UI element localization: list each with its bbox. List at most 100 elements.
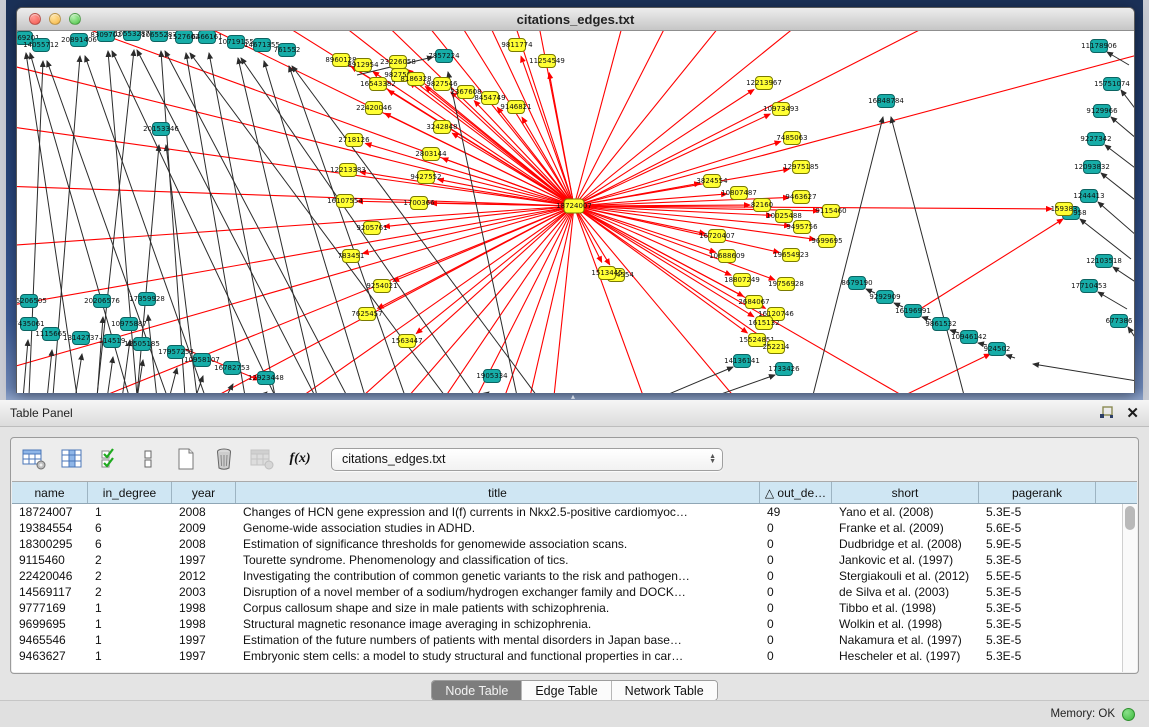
citation-edge[interactable] — [1080, 219, 1131, 259]
table-cell[interactable]: de Silva et al. (2003) — [832, 584, 979, 600]
graph-node[interactable]: 924502 — [984, 343, 1011, 356]
table-cell[interactable]: 2003 — [172, 584, 236, 600]
graph-node[interactable]: 9861532 — [925, 318, 956, 331]
table-cell[interactable]: 5.3E-5 — [979, 504, 1096, 520]
citation-edge[interactable] — [161, 51, 185, 393]
graph-node[interactable]: 11254549 — [529, 55, 565, 68]
graph-node[interactable]: 3242848 — [426, 121, 457, 134]
graph-node[interactable]: 17710453 — [1071, 280, 1107, 293]
table-cell[interactable]: Franke et al. (2009) — [832, 520, 979, 536]
delete-table-icon[interactable] — [249, 446, 275, 472]
table-cell[interactable]: 9463627 — [12, 648, 88, 664]
graph-node[interactable]: 11178906 — [1081, 40, 1117, 53]
tab-edge-table[interactable]: Edge Table — [522, 681, 611, 700]
vertical-scrollbar[interactable] — [1122, 504, 1137, 672]
citation-edge[interactable] — [452, 133, 574, 206]
citation-edge[interactable] — [1098, 202, 1134, 236]
tab-network-table[interactable]: Network Table — [612, 681, 717, 700]
graph-node[interactable]: 16196991 — [895, 305, 931, 318]
column-header-year[interactable]: year — [172, 482, 236, 503]
table-cell[interactable]: 1 — [88, 616, 172, 632]
table-row[interactable]: 1938455462009Genome-wide association stu… — [12, 520, 1137, 536]
table-cell[interactable]: Tibbo et al. (1998) — [832, 600, 979, 616]
table-cell[interactable]: 19384554 — [12, 520, 88, 536]
graph-node[interactable]: 2684067 — [738, 296, 769, 309]
graph-node[interactable]: 1700366 — [403, 197, 435, 210]
table-cell[interactable]: Tourette syndrome. Phenomenology and cla… — [236, 552, 760, 568]
citation-edge[interactable] — [917, 219, 1063, 311]
graph-node[interactable]: 14136141 — [724, 355, 760, 368]
table-row[interactable]: 1830029562008Estimation of significance … — [12, 536, 1137, 552]
table-cell[interactable]: 2008 — [172, 504, 236, 520]
citation-edge[interactable] — [707, 375, 775, 393]
graph-node[interactable]: 10975887 — [111, 318, 147, 331]
table-cell[interactable]: 14569117 — [12, 584, 88, 600]
table-cell[interactable]: 0 — [760, 536, 832, 552]
graph-node[interactable]: 12505185 — [124, 338, 160, 351]
table-cell[interactable]: Structural magnetic resonance image aver… — [236, 616, 760, 632]
float-panel-icon[interactable] — [1099, 406, 1114, 420]
table-cell[interactable]: 0 — [760, 600, 832, 616]
table-row[interactable]: 946554611997Estimation of the future num… — [12, 632, 1137, 648]
table-cell[interactable]: 0 — [760, 584, 832, 600]
graph-node[interactable]: 252214 — [763, 341, 790, 354]
citation-edge[interactable] — [1128, 327, 1134, 343]
table-row[interactable]: 969969511998Structural magnetic resonanc… — [12, 616, 1137, 632]
graph-node[interactable]: 17359928 — [129, 293, 165, 306]
table-row[interactable]: 1456911722003Disruption of a novel membe… — [12, 584, 1137, 600]
table-cell[interactable]: Estimation of the future numbers of pati… — [236, 632, 760, 648]
citation-edge[interactable] — [23, 340, 28, 393]
citation-edge[interactable] — [1111, 117, 1134, 139]
column-header-in_degree[interactable]: in_degree — [88, 482, 172, 503]
table-cell[interactable]: Embryonic stem cells: a model to study s… — [236, 648, 760, 664]
graph-node[interactable]: 783451 — [338, 250, 365, 263]
graph-node[interactable]: 1563447 — [391, 335, 422, 348]
table-cell[interactable]: Genome-wide association studies in ADHD. — [236, 520, 760, 536]
graph-node[interactable]: 9495756 — [786, 221, 818, 234]
graph-node[interactable]: 9699695 — [811, 235, 842, 248]
graph-node[interactable]: 10688609 — [709, 250, 745, 263]
table-cell[interactable]: 1 — [88, 632, 172, 648]
graph-node[interactable]: 13142737 — [63, 332, 99, 345]
graph-node[interactable]: 1615132 — [748, 317, 779, 330]
graph-node[interactable]: 9146821 — [500, 101, 531, 114]
graph-node[interactable]: 14055712 — [23, 39, 59, 52]
graph-node[interactable]: 10946142 — [951, 331, 987, 344]
table-cell[interactable]: 5.6E-5 — [979, 520, 1096, 536]
table-cell[interactable]: Changes of HCN gene expression and I(f) … — [236, 504, 760, 520]
table-cell[interactable]: 2 — [88, 584, 172, 600]
table-cell[interactable]: 18724007 — [12, 504, 88, 520]
citation-edge[interactable] — [1101, 173, 1134, 203]
graph-node[interactable]: 12923448 — [248, 372, 284, 385]
table-cell[interactable]: 0 — [760, 552, 832, 568]
citation-edge[interactable] — [393, 206, 574, 281]
graph-node[interactable]: 8912954 — [347, 59, 379, 72]
table-cell[interactable]: 18300295 — [12, 536, 88, 552]
citation-edge[interactable] — [657, 367, 733, 393]
table-cell[interactable]: 1 — [88, 504, 172, 520]
table-cell[interactable]: 0 — [760, 648, 832, 664]
graph-node[interactable]: 1905334 — [476, 370, 508, 383]
graph-node[interactable]: 1115665 — [35, 328, 66, 341]
table-cell[interactable]: 2 — [88, 568, 172, 584]
tab-node-table[interactable]: Node Table — [432, 681, 522, 700]
table-cell[interactable]: 2012 — [172, 568, 236, 584]
table-mode-icon[interactable] — [21, 446, 47, 472]
table-cell[interactable]: Yano et al. (2008) — [832, 504, 979, 520]
close-panel-icon[interactable]: ✕ — [1126, 404, 1139, 422]
graph-node[interactable]: 9227342 — [1080, 133, 1111, 146]
graph-node[interactable]: 20153346 — [143, 123, 179, 136]
graph-node[interactable]: 82160 — [751, 199, 773, 212]
table-cell[interactable]: 5.3E-5 — [979, 584, 1096, 600]
table-cell[interactable]: 9465546 — [12, 632, 88, 648]
table-cell[interactable]: 5.3E-5 — [979, 616, 1096, 632]
citation-edge[interactable] — [259, 392, 267, 393]
graph-node[interactable]: 19654923 — [773, 249, 809, 262]
table-cell[interactable]: 2008 — [172, 536, 236, 552]
table-cell[interactable]: 0 — [760, 568, 832, 584]
show-column-icon[interactable] — [59, 446, 85, 472]
table-cell[interactable]: Disruption of a novel member of a sodium… — [236, 584, 760, 600]
column-header-out_de[interactable]: △ out_de… — [760, 482, 832, 503]
graph-node[interactable]: 20206576 — [84, 295, 120, 308]
table-cell[interactable]: 5.3E-5 — [979, 552, 1096, 568]
